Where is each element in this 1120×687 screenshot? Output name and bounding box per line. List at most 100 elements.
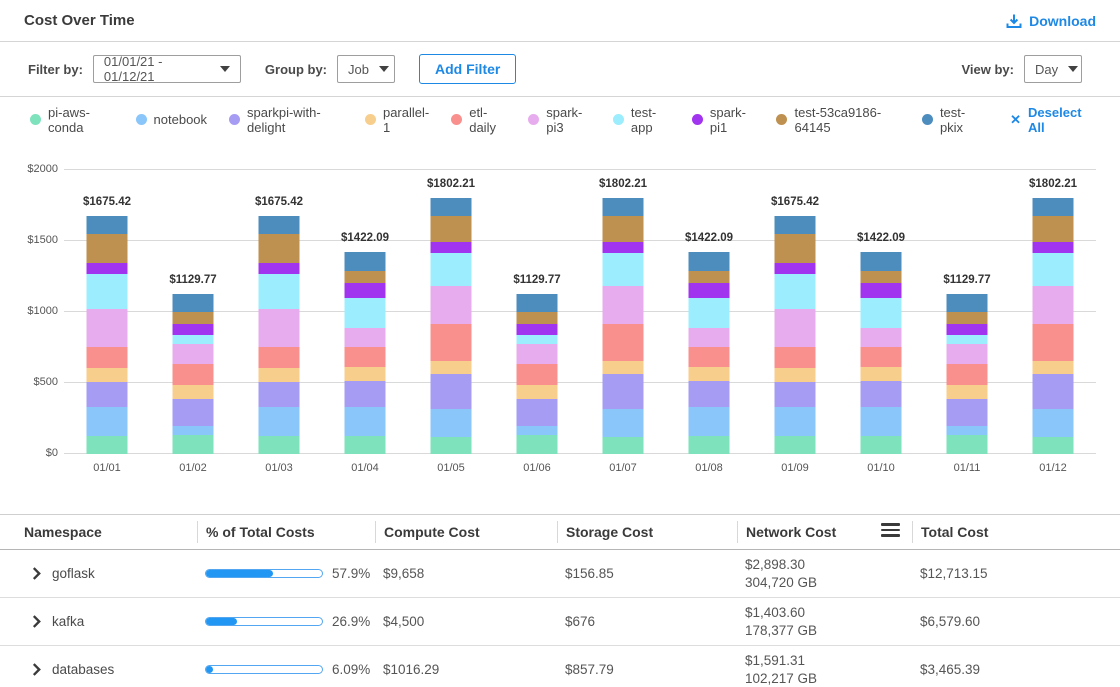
expand-row-chevron[interactable] — [32, 567, 41, 580]
bar-segment-test-53ca9186-64145[interactable] — [431, 216, 472, 242]
bar-segment-sparkpi-with-delight[interactable] — [431, 374, 472, 409]
expand-row-chevron[interactable] — [32, 663, 41, 676]
bar-segment-test-53ca9186-64145[interactable] — [689, 271, 730, 283]
bar-segment-spark-pi3[interactable] — [345, 328, 386, 346]
bar-segment-test-app[interactable] — [689, 298, 730, 328]
bar-segment-spark-pi1[interactable] — [689, 283, 730, 298]
stacked-bar-01/03[interactable] — [259, 216, 300, 454]
expand-row-chevron[interactable] — [32, 615, 41, 628]
bar-segment-test-app[interactable] — [775, 274, 816, 310]
bar-segment-parallel-1[interactable] — [87, 368, 128, 382]
bar-segment-pi-aws-conda[interactable] — [775, 436, 816, 454]
bar-segment-test-pkix[interactable] — [431, 198, 472, 216]
bar-segment-notebook[interactable] — [431, 409, 472, 437]
bar-segment-pi-aws-conda[interactable] — [87, 436, 128, 454]
bar-segment-test-pkix[interactable] — [259, 216, 300, 234]
bar-segment-test-53ca9186-64145[interactable] — [947, 312, 988, 325]
bar-segment-spark-pi1[interactable] — [603, 242, 644, 253]
add-filter-button[interactable]: Add Filter — [419, 54, 516, 84]
bar-segment-sparkpi-with-delight[interactable] — [259, 382, 300, 408]
bar-segment-parallel-1[interactable] — [1033, 361, 1074, 374]
bar-segment-spark-pi3[interactable] — [259, 309, 300, 347]
bar-segment-sparkpi-with-delight[interactable] — [689, 381, 730, 407]
bar-segment-spark-pi1[interactable] — [431, 242, 472, 253]
bar-segment-test-pkix[interactable] — [173, 294, 214, 312]
stacked-bar-01/10[interactable] — [861, 252, 902, 454]
bar-segment-etl-daily[interactable] — [1033, 324, 1074, 361]
bar-segment-notebook[interactable] — [87, 407, 128, 436]
bar-segment-pi-aws-conda[interactable] — [689, 436, 730, 454]
bar-segment-notebook[interactable] — [173, 426, 214, 435]
bar-segment-parallel-1[interactable] — [259, 368, 300, 382]
bar-segment-sparkpi-with-delight[interactable] — [861, 381, 902, 407]
bar-segment-test-app[interactable] — [431, 253, 472, 287]
bar-segment-etl-daily[interactable] — [947, 364, 988, 385]
bar-segment-pi-aws-conda[interactable] — [431, 437, 472, 454]
bar-segment-test-53ca9186-64145[interactable] — [87, 234, 128, 263]
bar-segment-test-app[interactable] — [517, 335, 558, 344]
legend-item-test-pkix[interactable]: test-pkix — [922, 105, 980, 135]
bar-segment-spark-pi1[interactable] — [517, 324, 558, 335]
namespace-cell[interactable]: goflask — [16, 566, 197, 581]
bar-segment-sparkpi-with-delight[interactable] — [603, 374, 644, 409]
bar-segment-test-app[interactable] — [861, 298, 902, 328]
namespace-cell[interactable]: databases — [16, 662, 197, 677]
bar-segment-etl-daily[interactable] — [431, 324, 472, 361]
bar-segment-spark-pi1[interactable] — [947, 324, 988, 335]
legend-item-test-53ca9186-64145[interactable]: test-53ca9186-64145 — [776, 105, 899, 135]
bar-segment-test-53ca9186-64145[interactable] — [861, 271, 902, 283]
bar-segment-pi-aws-conda[interactable] — [1033, 437, 1074, 454]
bar-segment-spark-pi3[interactable] — [431, 286, 472, 324]
bar-segment-test-pkix[interactable] — [87, 216, 128, 234]
bar-segment-parallel-1[interactable] — [517, 385, 558, 399]
bar-segment-spark-pi3[interactable] — [775, 309, 816, 347]
bar-segment-etl-daily[interactable] — [87, 347, 128, 368]
bar-segment-pi-aws-conda[interactable] — [345, 436, 386, 454]
stacked-bar-01/07[interactable] — [603, 198, 644, 454]
bar-segment-spark-pi3[interactable] — [947, 344, 988, 364]
bar-segment-parallel-1[interactable] — [775, 368, 816, 382]
bar-segment-spark-pi1[interactable] — [775, 263, 816, 274]
deselect-all-button[interactable]: ✕Deselect All — [1010, 105, 1090, 135]
bar-segment-pi-aws-conda[interactable] — [947, 435, 988, 454]
column-menu-icon[interactable] — [881, 523, 900, 537]
bar-segment-test-app[interactable] — [259, 274, 300, 310]
bar-segment-test-app[interactable] — [947, 335, 988, 344]
stacked-bar-01/08[interactable] — [689, 252, 730, 454]
bar-segment-etl-daily[interactable] — [173, 364, 214, 385]
bar-segment-test-app[interactable] — [87, 274, 128, 310]
bar-segment-sparkpi-with-delight[interactable] — [1033, 374, 1074, 409]
bar-segment-test-app[interactable] — [345, 298, 386, 328]
bar-segment-test-pkix[interactable] — [689, 252, 730, 271]
bar-segment-test-pkix[interactable] — [603, 198, 644, 216]
bar-segment-notebook[interactable] — [259, 407, 300, 436]
bar-segment-test-53ca9186-64145[interactable] — [173, 312, 214, 325]
bar-segment-sparkpi-with-delight[interactable] — [87, 382, 128, 408]
bar-segment-parallel-1[interactable] — [947, 385, 988, 399]
bar-segment-notebook[interactable] — [947, 426, 988, 435]
bar-segment-parallel-1[interactable] — [173, 385, 214, 399]
bar-segment-test-app[interactable] — [1033, 253, 1074, 287]
bar-segment-notebook[interactable] — [603, 409, 644, 437]
bar-segment-test-pkix[interactable] — [775, 216, 816, 234]
stacked-bar-01/11[interactable] — [947, 294, 988, 454]
stacked-bar-01/05[interactable] — [431, 198, 472, 454]
bar-segment-sparkpi-with-delight[interactable] — [775, 382, 816, 408]
bar-segment-etl-daily[interactable] — [345, 347, 386, 367]
legend-item-spark-pi1[interactable]: spark-pi1 — [692, 105, 755, 135]
bar-segment-spark-pi3[interactable] — [173, 344, 214, 364]
bar-segment-notebook[interactable] — [345, 407, 386, 436]
bar-segment-etl-daily[interactable] — [259, 347, 300, 368]
stacked-bar-01/01[interactable] — [87, 216, 128, 454]
stacked-bar-01/04[interactable] — [345, 252, 386, 454]
legend-item-pi-aws-conda[interactable]: pi-aws-conda — [30, 105, 114, 135]
bar-segment-test-pkix[interactable] — [947, 294, 988, 312]
bar-segment-spark-pi1[interactable] — [259, 263, 300, 274]
bar-segment-notebook[interactable] — [1033, 409, 1074, 437]
bar-segment-test-53ca9186-64145[interactable] — [603, 216, 644, 242]
stacked-bar-01/12[interactable] — [1033, 198, 1074, 454]
bar-segment-spark-pi1[interactable] — [87, 263, 128, 274]
bar-segment-spark-pi1[interactable] — [173, 324, 214, 335]
bar-segment-test-53ca9186-64145[interactable] — [775, 234, 816, 263]
bar-segment-pi-aws-conda[interactable] — [173, 435, 214, 454]
